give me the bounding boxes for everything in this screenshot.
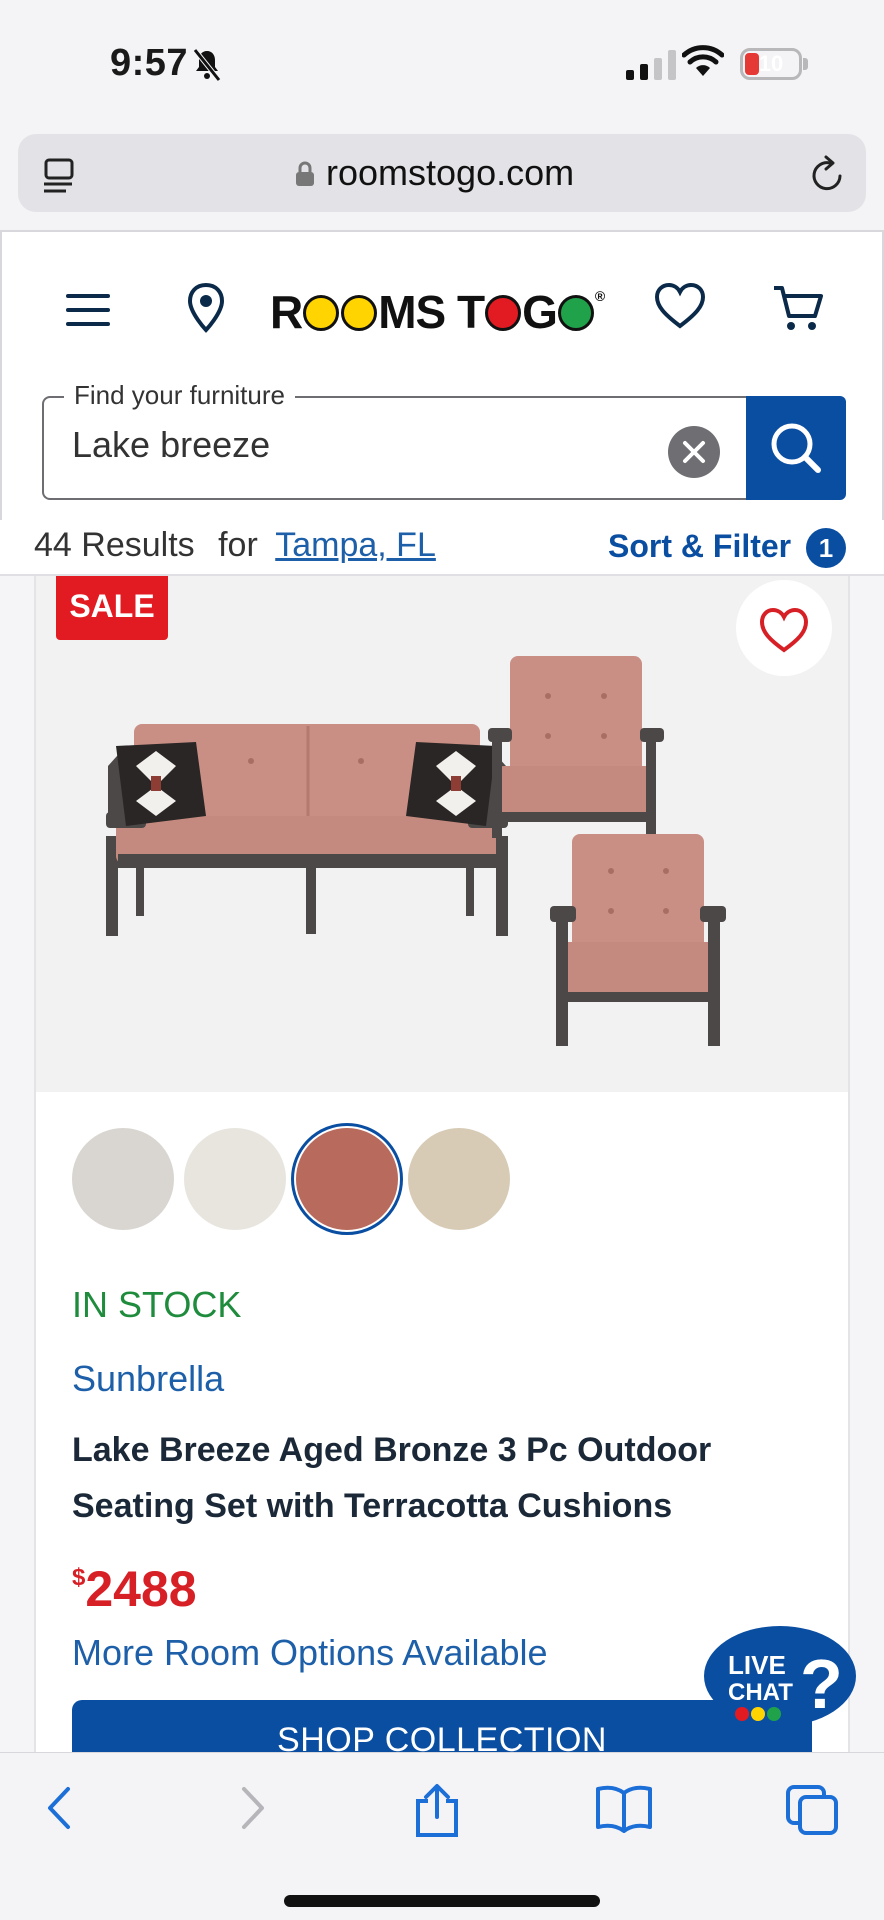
live-chat-label-1: LIVE: [728, 1650, 786, 1680]
wishlist-heart-icon[interactable]: [654, 282, 706, 335]
price-amount: 2488: [85, 1561, 197, 1617]
results-count: 44 Results: [34, 526, 195, 564]
search-label: Find your furniture: [64, 380, 295, 411]
tabs-icon[interactable]: [784, 1783, 840, 1842]
logo-text-g: G: [522, 286, 558, 338]
forward-icon[interactable]: [232, 1783, 272, 1838]
product-title[interactable]: Lake Breeze Aged Bronze 3 Pc Outdoor Sea…: [72, 1422, 792, 1534]
swatch-4[interactable]: [408, 1128, 510, 1230]
search-input[interactable]: Lake breeze: [72, 424, 270, 466]
battery-level: 10: [758, 51, 784, 76]
product-card[interactable]: SALE IN STOCK Sunbrella Lake Breeze Aged…: [34, 576, 850, 1800]
search-button[interactable]: [746, 396, 846, 500]
sort-filter-button[interactable]: Sort & Filter: [608, 528, 791, 565]
live-chat-label-2: CHAT: [728, 1679, 793, 1706]
product-price: $2488: [72, 1560, 197, 1618]
results-for: for: [218, 526, 258, 564]
bookmarks-icon[interactable]: [594, 1783, 654, 1838]
back-icon[interactable]: [40, 1783, 80, 1838]
url-text[interactable]: roomstogo.com: [326, 152, 574, 194]
price-currency: $: [72, 1564, 86, 1591]
logo-text-r: R: [270, 286, 303, 338]
color-swatches: [72, 1123, 510, 1235]
filter-count-badge: 1: [806, 528, 846, 568]
logo-text-ms-t: MS T: [378, 286, 485, 338]
results-summary: 44 Results for Tampa, FL: [34, 526, 436, 565]
product-image-area[interactable]: SALE: [36, 576, 848, 1092]
add-to-favorites-button[interactable]: [736, 580, 832, 676]
location-link[interactable]: Tampa, FL: [275, 526, 436, 564]
site-header: R MS T G ® Find your furniture Lake bree…: [0, 230, 884, 520]
bell-muted-icon: [192, 48, 222, 87]
heart-icon: [759, 607, 809, 653]
clear-search-button[interactable]: [668, 426, 720, 478]
product-image[interactable]: [96, 616, 836, 1056]
lock-icon: [294, 160, 316, 193]
stock-status: IN STOCK: [72, 1284, 242, 1325]
battery-icon: 10: [740, 48, 802, 80]
live-chat-button[interactable]: LIVE CHAT ?: [700, 1622, 860, 1732]
browser-address-area: roomstogo.com: [0, 130, 884, 230]
close-icon: [683, 441, 705, 463]
cellular-signal-icon: [626, 50, 676, 80]
rooms-to-go-logo[interactable]: R MS T G ®: [270, 282, 605, 342]
home-indicator: [284, 1895, 600, 1907]
sale-badge: SALE: [56, 576, 168, 640]
more-room-options-link[interactable]: More Room Options Available: [72, 1632, 548, 1674]
swatch-3[interactable]: [291, 1123, 403, 1235]
reader-tabs-icon[interactable]: [42, 156, 78, 201]
product-brand[interactable]: Sunbrella: [72, 1358, 224, 1400]
status-time: 9:57: [110, 42, 189, 84]
browser-toolbar: [0, 1752, 884, 1920]
results-bar: 44 Results for Tampa, FL Sort & Filter 1: [0, 520, 884, 576]
reload-icon[interactable]: [808, 152, 848, 201]
svg-text:?: ?: [800, 1645, 843, 1723]
menu-icon[interactable]: [64, 290, 112, 335]
location-pin-icon[interactable]: [186, 282, 226, 339]
swatch-1[interactable]: [72, 1128, 174, 1230]
status-bar: 9:57 10: [0, 0, 884, 130]
cart-icon[interactable]: [772, 284, 824, 339]
wifi-icon: [681, 44, 725, 83]
search-icon: [771, 423, 821, 473]
swatch-2[interactable]: [184, 1128, 286, 1230]
address-bar[interactable]: roomstogo.com: [18, 134, 866, 212]
share-icon[interactable]: [412, 1783, 462, 1844]
